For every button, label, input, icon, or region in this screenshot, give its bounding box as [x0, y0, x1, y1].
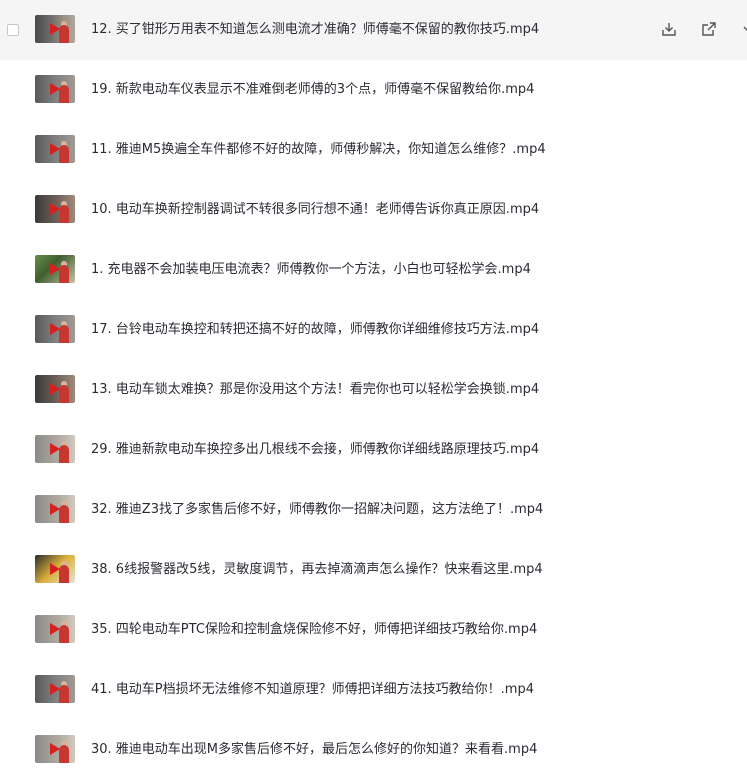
row-checkbox[interactable]	[7, 24, 19, 36]
thumbnail-person	[59, 745, 69, 763]
video-thumbnail[interactable]	[35, 675, 75, 703]
thumbnail-person	[59, 205, 69, 223]
file-name[interactable]: 1. 充电器不会加装电压电流表？师傅教你一个方法，小白也可轻松学会.mp4	[91, 262, 531, 278]
file-row[interactable]: 12. 买了钳形万用表不知道怎么测电流才准确？师傅毫不保留的教你技巧.mp4	[0, 0, 747, 60]
file-row[interactable]: 38. 6线报警器改5线，灵敏度调节，再去掉滴滴声怎么操作？快来看这里.mp4	[0, 540, 747, 600]
thumbnail-person	[59, 565, 69, 583]
thumbnail-person	[59, 85, 69, 103]
video-thumbnail[interactable]	[35, 195, 75, 223]
file-name[interactable]: 19. 新款电动车仪表显示不准难倒老师傅的3个点，师傅毫不保留教给你.mp4	[91, 82, 534, 98]
video-thumbnail[interactable]	[35, 75, 75, 103]
open-external-icon[interactable]	[701, 21, 717, 37]
file-name[interactable]: 29. 雅迪新款电动车换控多出几根线不会接，师傅教你详细线路原理技巧.mp4	[91, 442, 539, 458]
file-row[interactable]: 10. 电动车换新控制器调试不转很多同行想不通！老师傅告诉你真正原因.mp4	[0, 180, 747, 240]
play-icon	[50, 263, 60, 275]
video-thumbnail[interactable]	[35, 555, 75, 583]
download-icon[interactable]	[661, 21, 677, 37]
file-row[interactable]: 13. 电动车锁太难换？那是你没用这个方法！看完你也可以轻松学会换锁.mp4	[0, 360, 747, 420]
play-icon	[50, 743, 60, 755]
play-icon	[50, 383, 60, 395]
play-icon	[50, 323, 60, 335]
thumbnail-person	[59, 325, 69, 343]
thumbnail-person	[59, 25, 69, 43]
file-row[interactable]: 30. 雅迪电动车出现M多家售后修不好，最后怎么修好的你知道？来看看.mp4	[0, 720, 747, 780]
file-name[interactable]: 13. 电动车锁太难换？那是你没用这个方法！看完你也可以轻松学会换锁.mp4	[91, 382, 539, 398]
play-icon	[50, 503, 60, 515]
thumbnail-person	[59, 145, 69, 163]
file-name[interactable]: 11. 雅迪M5换遍全车件都修不好的故障，师傅秒解决，你知道怎么维修？.mp4	[91, 142, 546, 158]
video-thumbnail[interactable]	[35, 315, 75, 343]
file-name[interactable]: 12. 买了钳形万用表不知道怎么测电流才准确？师傅毫不保留的教你技巧.mp4	[91, 22, 539, 38]
file-list: 12. 买了钳形万用表不知道怎么测电流才准确？师傅毫不保留的教你技巧.mp4 19…	[0, 0, 747, 780]
video-thumbnail[interactable]	[35, 495, 75, 523]
file-row[interactable]: 17. 台铃电动车换控和转把还搞不好的故障，师傅教你详细维修技巧方法.mp4	[0, 300, 747, 360]
play-icon	[50, 563, 60, 575]
thumbnail-person	[59, 505, 69, 523]
file-name[interactable]: 30. 雅迪电动车出现M多家售后修不好，最后怎么修好的你知道？来看看.mp4	[91, 742, 537, 758]
play-icon	[50, 143, 60, 155]
file-name[interactable]: 17. 台铃电动车换控和转把还搞不好的故障，师傅教你详细维修技巧方法.mp4	[91, 322, 539, 338]
thumbnail-person	[59, 445, 69, 463]
video-thumbnail[interactable]	[35, 375, 75, 403]
play-icon	[50, 443, 60, 455]
file-name[interactable]: 35. 四轮电动车PTC保险和控制盒烧保险修不好，师傅把详细技巧教给你.mp4	[91, 622, 537, 638]
thumbnail-person	[59, 265, 69, 283]
play-icon	[50, 683, 60, 695]
file-row[interactable]: 29. 雅迪新款电动车换控多出几根线不会接，师傅教你详细线路原理技巧.mp4	[0, 420, 747, 480]
play-icon	[50, 623, 60, 635]
file-row[interactable]: 41. 电动车P档损坏无法维修不知道原理？师傅把详细方法技巧教给你！.mp4	[0, 660, 747, 720]
video-thumbnail[interactable]	[35, 435, 75, 463]
file-name[interactable]: 41. 电动车P档损坏无法维修不知道原理？师傅把详细方法技巧教给你！.mp4	[91, 682, 534, 698]
video-thumbnail[interactable]	[35, 615, 75, 643]
file-row[interactable]: 11. 雅迪M5换遍全车件都修不好的故障，师傅秒解决，你知道怎么维修？.mp4	[0, 120, 747, 180]
video-thumbnail[interactable]	[35, 135, 75, 163]
row-actions	[647, 0, 747, 60]
play-icon	[50, 203, 60, 215]
play-icon	[50, 83, 60, 95]
thumbnail-person	[59, 685, 69, 703]
file-row[interactable]: 19. 新款电动车仪表显示不准难倒老师傅的3个点，师傅毫不保留教给你.mp4	[0, 60, 747, 120]
play-icon	[50, 23, 60, 35]
file-name[interactable]: 32. 雅迪Z3找了多家售后修不好，师傅教你一招解决问题，这方法绝了！.mp4	[91, 502, 543, 518]
video-thumbnail[interactable]	[35, 15, 75, 43]
file-row[interactable]: 1. 充电器不会加装电压电流表？师傅教你一个方法，小白也可轻松学会.mp4	[0, 240, 747, 300]
file-name[interactable]: 10. 电动车换新控制器调试不转很多同行想不通！老师傅告诉你真正原因.mp4	[91, 202, 539, 218]
thumbnail-person	[59, 625, 69, 643]
file-row[interactable]: 32. 雅迪Z3找了多家售后修不好，师傅教你一招解决问题，这方法绝了！.mp4	[0, 480, 747, 540]
file-row[interactable]: 35. 四轮电动车PTC保险和控制盒烧保险修不好，师傅把详细技巧教给你.mp4	[0, 600, 747, 660]
video-thumbnail[interactable]	[35, 735, 75, 763]
more-icon[interactable]	[739, 21, 747, 37]
thumbnail-person	[59, 385, 69, 403]
file-name[interactable]: 38. 6线报警器改5线，灵敏度调节，再去掉滴滴声怎么操作？快来看这里.mp4	[91, 562, 543, 578]
video-thumbnail[interactable]	[35, 255, 75, 283]
